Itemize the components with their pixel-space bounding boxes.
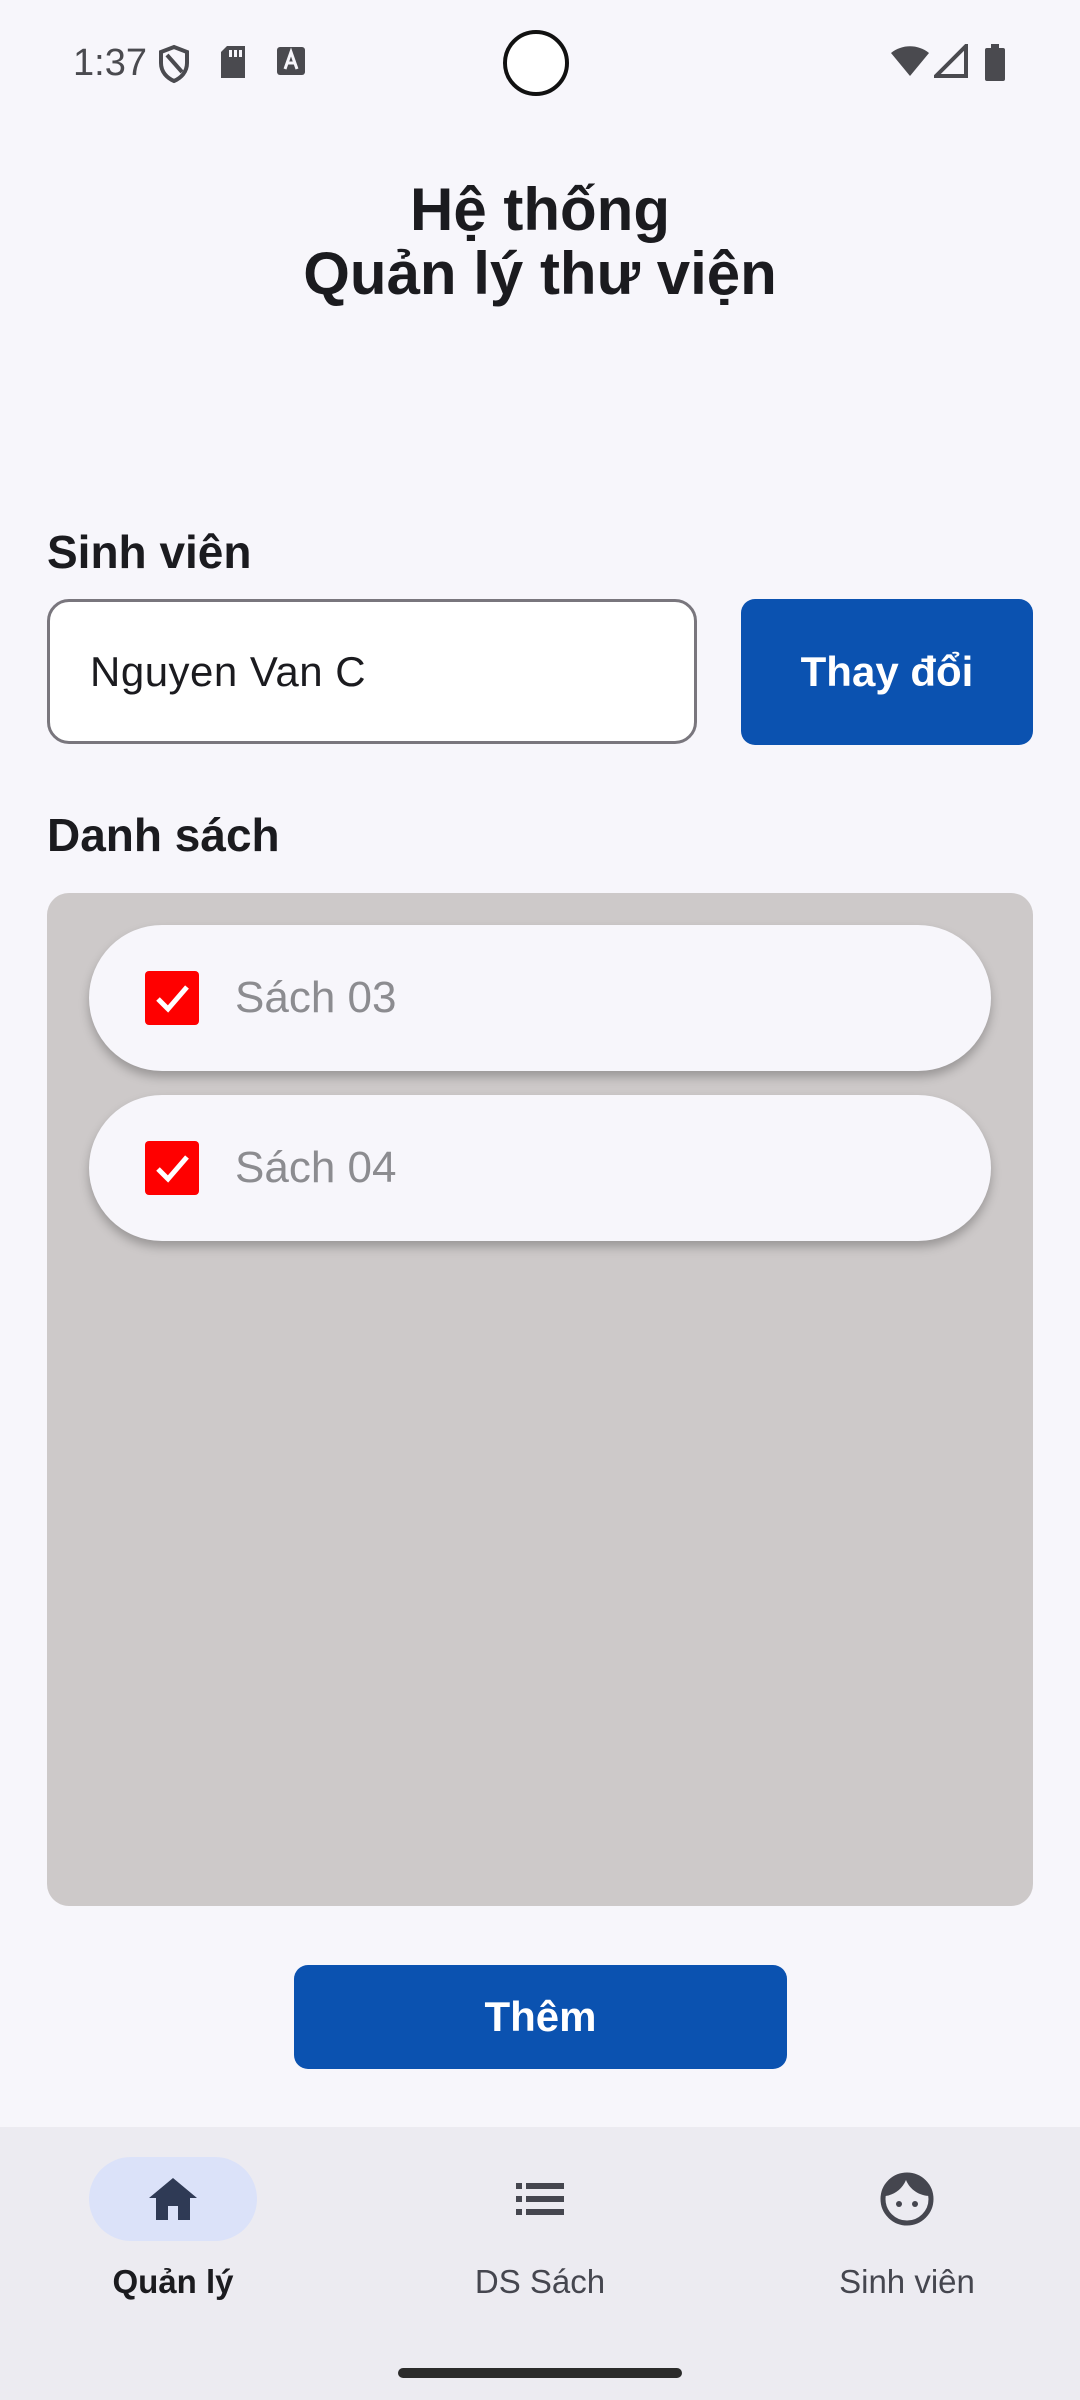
home-indicator[interactable] [398,2368,682,2378]
shield-icon [158,44,190,89]
check-icon [156,985,189,1013]
signal-icon [931,41,968,83]
battery-icon [984,44,1006,87]
wifi-icon [890,44,930,83]
add-button[interactable]: Thêm [294,1965,787,2069]
sd-card-icon [219,44,247,85]
list-icon [516,2183,564,2215]
bottom-nav: Quản lý DS Sách Sinh viên [0,2127,1080,2400]
change-button[interactable]: Thay đổi [741,599,1033,745]
nav-label-manage: Quản lý [112,2263,234,2300]
face-icon [880,2172,934,2226]
home-icon [149,2178,197,2220]
nav-item-manage[interactable]: Quản lý [53,2157,293,2301]
list-item[interactable]: Sách 04 [89,1095,991,1241]
check-icon [156,1155,189,1183]
checkbox[interactable] [145,1141,199,1195]
status-time: 1:37 [73,42,147,84]
list-item-label: Sách 04 [235,1143,397,1192]
text-a-icon [276,44,306,83]
list-item-label: Sách 03 [235,973,397,1022]
page-title: Hệ thống Quản lý thư viện [0,178,1080,306]
student-label: Sinh viên [47,526,252,578]
nav-item-books[interactable]: DS Sách [420,2157,660,2301]
list-label: Danh sách [47,809,280,861]
nav-label-books: DS Sách [474,2263,606,2300]
checkbox[interactable] [145,971,199,1025]
student-name-field[interactable]: Nguyen Van C [47,599,697,744]
nav-item-student[interactable]: Sinh viên [787,2157,1027,2301]
title-line-1: Hệ thống [410,176,670,243]
nav-label-student: Sinh viên [839,2263,975,2300]
nav-active-indicator [89,2157,257,2241]
status-bar: 1:37 [0,0,1080,130]
list-item[interactable]: Sách 03 [89,925,991,1071]
camera-cutout [503,30,569,96]
title-line-2: Quản lý thư viện [303,240,777,307]
book-list-panel: Sách 03 Sách 04 [47,893,1033,1906]
